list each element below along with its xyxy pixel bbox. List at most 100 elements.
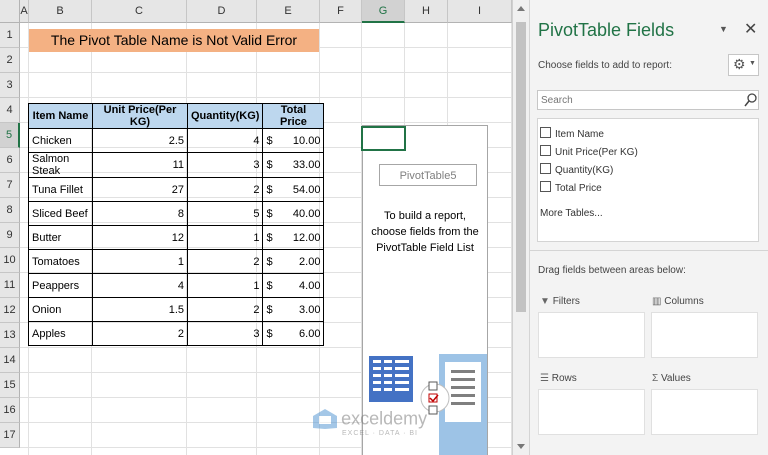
field-quantity[interactable]: Quantity(KG) bbox=[540, 163, 613, 176]
cell-quantity[interactable]: 5 bbox=[186, 201, 264, 226]
filters-drop-area[interactable] bbox=[538, 312, 645, 358]
watermark-tagline: EXCEL · DATA · BI bbox=[342, 430, 418, 437]
cell-unit-price[interactable]: 2.5 bbox=[92, 128, 188, 153]
column-header-a[interactable]: A bbox=[20, 0, 29, 23]
row-header-17[interactable]: 17 bbox=[0, 423, 20, 448]
row-header-7[interactable]: 7 bbox=[0, 173, 20, 198]
sheet-title-cell[interactable]: The Pivot Table Name is Not Valid Error bbox=[29, 29, 319, 52]
cell-quantity[interactable]: 3 bbox=[186, 152, 264, 178]
cell-unit-price[interactable]: 1.5 bbox=[92, 297, 188, 322]
cell-quantity[interactable]: 4 bbox=[186, 128, 264, 153]
row-header-6[interactable]: 6 bbox=[0, 148, 20, 173]
rows-drop-area[interactable] bbox=[538, 389, 645, 435]
column-header-g[interactable]: G bbox=[362, 0, 405, 23]
checkbox[interactable] bbox=[540, 127, 551, 138]
cell-item-name[interactable]: Salmon Steak bbox=[28, 152, 93, 178]
watermark-brand: exceldemy bbox=[341, 408, 428, 429]
scrollbar-thumb[interactable] bbox=[516, 22, 526, 312]
currency-symbol: $ bbox=[266, 134, 273, 147]
row-header-4[interactable]: 4 bbox=[0, 98, 20, 123]
vertical-scrollbar[interactable] bbox=[512, 0, 529, 455]
cell-total-price[interactable]: $6.00 bbox=[262, 321, 325, 346]
values-drop-area[interactable] bbox=[651, 389, 758, 435]
row-header-16[interactable]: 16 bbox=[0, 398, 20, 423]
field-unit-price[interactable]: Unit Price(Per KG) bbox=[540, 145, 638, 158]
cell-item-name[interactable]: Butter bbox=[28, 225, 93, 250]
row-header-10[interactable]: 10 bbox=[0, 248, 20, 273]
sigma-icon: Σ bbox=[652, 373, 661, 384]
row-header-2[interactable]: 2 bbox=[0, 48, 20, 73]
cell-quantity[interactable]: 2 bbox=[186, 297, 264, 322]
search-field[interactable] bbox=[537, 90, 759, 110]
row-header-8[interactable]: 8 bbox=[0, 198, 20, 223]
cell-item-name[interactable]: Sliced Beef bbox=[28, 201, 93, 226]
column-header-d[interactable]: D bbox=[187, 0, 257, 23]
cell-item-name[interactable]: Tuna Fillet bbox=[28, 177, 93, 202]
cell-item-name[interactable]: Peappers bbox=[28, 273, 93, 298]
row-header-14[interactable]: 14 bbox=[0, 348, 20, 373]
field-item-name[interactable]: Item Name bbox=[540, 127, 604, 140]
pivot-table-placeholder[interactable]: PivotTable5 To build a report, choose fi… bbox=[362, 125, 488, 455]
active-cell-g5[interactable] bbox=[361, 126, 406, 151]
columns-icon: ▥ bbox=[652, 296, 665, 307]
field-total-price[interactable]: Total Price bbox=[540, 181, 602, 194]
column-header-i[interactable]: I bbox=[448, 0, 512, 23]
row-header-1[interactable]: 1 bbox=[0, 23, 20, 48]
cell-total-price[interactable]: $54.00 bbox=[262, 177, 325, 202]
currency-symbol: $ bbox=[266, 231, 273, 244]
cell-total-price[interactable]: $10.00 bbox=[262, 128, 325, 153]
cell-total-price[interactable]: $3.00 bbox=[262, 297, 325, 322]
row-header-12[interactable]: 12 bbox=[0, 298, 20, 323]
cell-total-price[interactable]: $40.00 bbox=[262, 201, 325, 226]
cell-total-price[interactable]: $12.00 bbox=[262, 225, 325, 250]
columns-drop-area[interactable] bbox=[651, 312, 758, 358]
search-input[interactable] bbox=[538, 91, 740, 109]
cell-quantity[interactable]: 2 bbox=[186, 177, 264, 202]
row-header-11[interactable]: 11 bbox=[0, 273, 20, 298]
cell-item-name[interactable]: Chicken bbox=[28, 128, 93, 153]
checkbox[interactable] bbox=[540, 181, 551, 192]
cell-unit-price[interactable]: 11 bbox=[92, 152, 188, 178]
row-header-3[interactable]: 3 bbox=[0, 73, 20, 98]
cell-total-price[interactable]: $2.00 bbox=[262, 249, 325, 274]
row-header-13[interactable]: 13 bbox=[0, 323, 20, 348]
column-header-h[interactable]: H bbox=[405, 0, 448, 23]
cell-quantity[interactable]: 3 bbox=[186, 321, 264, 346]
cell-unit-price[interactable]: 12 bbox=[92, 225, 188, 250]
cell-unit-price[interactable]: 4 bbox=[92, 273, 188, 298]
header-unit-price[interactable]: Unit Price(Per KG) bbox=[92, 103, 188, 129]
scroll-down-icon[interactable] bbox=[517, 444, 525, 449]
settings-button[interactable]: ⚙ ▼ bbox=[728, 54, 759, 76]
checkbox[interactable] bbox=[540, 163, 551, 174]
cell-quantity[interactable]: 1 bbox=[186, 273, 264, 298]
scroll-up-icon[interactable] bbox=[517, 6, 525, 11]
column-header-b[interactable]: B bbox=[29, 0, 92, 23]
cell-item-name[interactable]: Onion bbox=[28, 297, 93, 322]
column-header-f[interactable]: F bbox=[320, 0, 362, 23]
cell-item-name[interactable]: Apples bbox=[28, 321, 93, 346]
cell-item-name[interactable]: Tomatoes bbox=[28, 249, 93, 274]
row-header-5[interactable]: 5 bbox=[0, 123, 20, 148]
select-all-corner[interactable] bbox=[0, 0, 20, 23]
cell-total-price[interactable]: $4.00 bbox=[262, 273, 325, 298]
cell-quantity[interactable]: 2 bbox=[186, 249, 264, 274]
row-header-15[interactable]: 15 bbox=[0, 373, 20, 398]
checkbox[interactable] bbox=[540, 145, 551, 156]
column-header-c[interactable]: C bbox=[92, 0, 187, 23]
field-label: Quantity(KG) bbox=[555, 165, 614, 176]
cell-quantity[interactable]: 1 bbox=[186, 225, 264, 250]
cell-unit-price[interactable]: 8 bbox=[92, 201, 188, 226]
header-total-price[interactable]: Total Price bbox=[262, 103, 325, 129]
cell-unit-price[interactable]: 2 bbox=[92, 321, 188, 346]
header-item-name[interactable]: Item Name bbox=[28, 103, 93, 129]
column-header-e[interactable]: E bbox=[257, 0, 320, 23]
spreadsheet-grid[interactable]: ABCDEFGHI 1 2 3 4 5 6 7 8 9 10 11 12 13 14 15 16 17 The … bbox=[0, 0, 512, 455]
pane-options-chevron-icon[interactable]: ▼ bbox=[719, 24, 728, 34]
cell-unit-price[interactable]: 27 bbox=[92, 177, 188, 202]
more-tables-link[interactable]: More Tables... bbox=[540, 208, 603, 219]
cell-unit-price[interactable]: 1 bbox=[92, 249, 188, 274]
cell-total-price[interactable]: $33.00 bbox=[262, 152, 325, 178]
close-icon[interactable]: ✕ bbox=[744, 19, 757, 39]
header-quantity[interactable]: Quantity(KG) bbox=[186, 103, 264, 129]
row-header-9[interactable]: 9 bbox=[0, 223, 20, 248]
